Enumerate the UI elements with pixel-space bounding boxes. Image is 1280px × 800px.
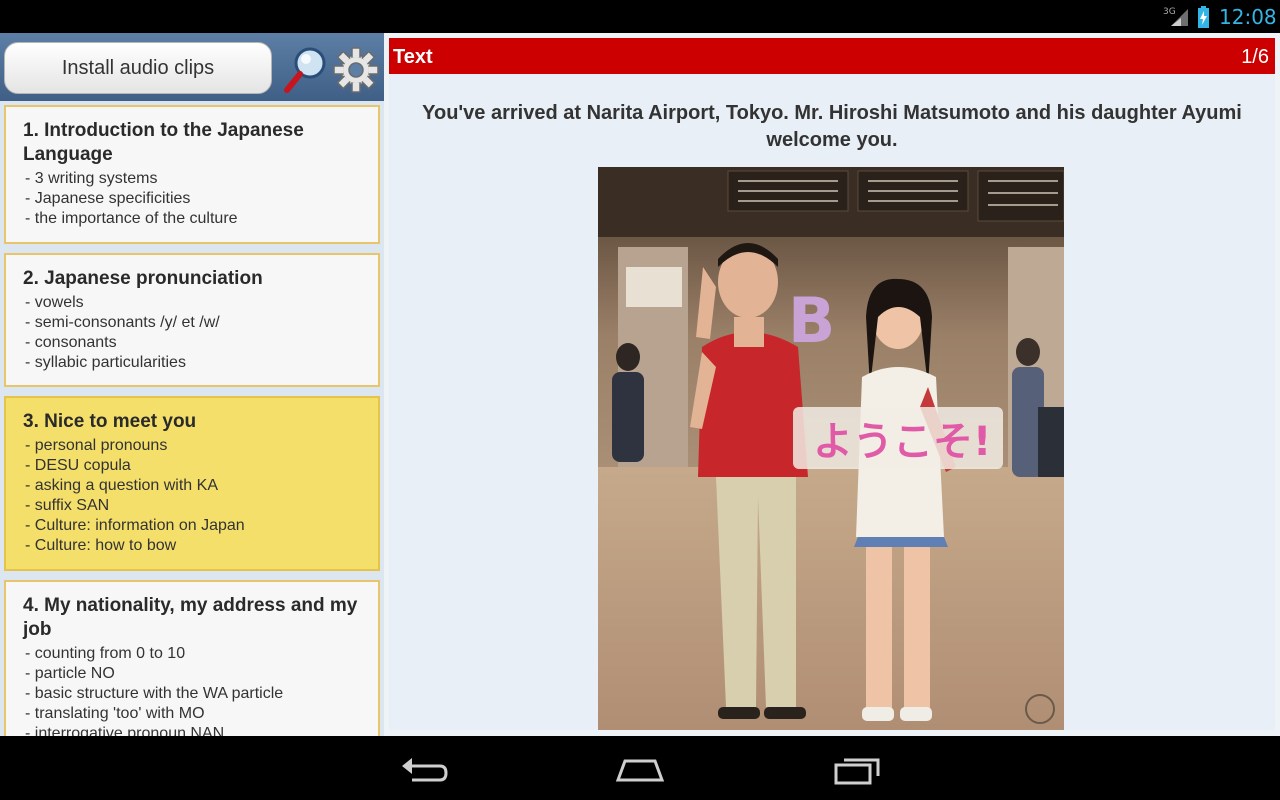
lesson-topic: - interrogative pronoun NAN <box>25 725 225 736</box>
lesson-item-2[interactable]: 2. Japanese pronunciation - vowels - sem… <box>4 253 380 387</box>
lesson-content-panel: Text 1/6 You've arrived at Narita Airpor… <box>384 33 1280 736</box>
lesson-title: 1. Introduction to the Japanese Language <box>23 120 304 165</box>
lesson-topic: - basic structure with the WA particle <box>25 685 284 702</box>
lesson-sidebar: Install audio clips 1. Introduction to t… <box>0 33 384 736</box>
battery-charging-icon <box>1198 6 1209 28</box>
system-navigation-bar <box>0 736 1280 800</box>
lesson-topic: - translating 'too' with MO <box>25 705 205 722</box>
clock: 12:08 <box>1219 5 1277 29</box>
lesson-topic: - the importance of the culture <box>25 210 238 227</box>
lesson-topic: - syllabic particularities <box>25 354 186 371</box>
lesson-title: 3. Nice to meet you <box>23 411 197 432</box>
lesson-topic: - personal pronouns <box>25 437 168 454</box>
airport-welcome-illustration: B ようこそ! <box>598 167 1064 730</box>
lesson-topic: - Culture: information on Japan <box>25 517 245 534</box>
lesson-topic: - vowels <box>25 294 84 311</box>
install-audio-clips-button[interactable]: Install audio clips <box>4 42 272 94</box>
lesson-intro-text: You've arrived at Narita Airport, Tokyo.… <box>422 102 1242 151</box>
recent-apps-icon[interactable] <box>832 753 882 787</box>
lesson-topic: - Japanese specificities <box>25 190 191 207</box>
lesson-topic: - DESU copula <box>25 457 131 474</box>
section-title: Text <box>393 46 433 68</box>
lesson-list: 1. Introduction to the Japanese Language… <box>0 105 384 736</box>
lesson-topic: - consonants <box>25 334 117 351</box>
lesson-topic: - particle NO <box>25 665 115 682</box>
lesson-title: 4. My nationality, my address and my job <box>23 595 358 640</box>
signal-3g-icon: 3G <box>1163 7 1188 26</box>
lesson-topic: - semi-consonants /y/ et /w/ <box>25 314 220 331</box>
lesson-topic: - 3 writing systems <box>25 170 158 187</box>
lesson-topic: - counting from 0 to 10 <box>25 645 186 662</box>
lesson-topic: - Culture: how to bow <box>25 537 177 554</box>
sidebar-toolbar: Install audio clips <box>0 33 384 101</box>
lesson-topic: - asking a question with KA <box>25 477 218 494</box>
gear-icon[interactable] <box>333 47 379 93</box>
svg-text:3G: 3G <box>1163 7 1176 17</box>
svg-text:ようこそ!: ようこそ! <box>813 419 991 465</box>
page-counter: 1/6 <box>1241 46 1269 68</box>
lesson-item-1[interactable]: 1. Introduction to the Japanese Language… <box>4 105 380 244</box>
section-header: Text 1/6 <box>389 38 1275 74</box>
home-icon[interactable] <box>615 753 665 787</box>
app-window: Install audio clips 1. Introduction to t… <box>0 33 1280 736</box>
lesson-item-3-selected[interactable]: 3. Nice to meet you - personal pronouns … <box>4 396 380 571</box>
lesson-title: 2. Japanese pronunciation <box>23 268 263 289</box>
back-icon[interactable] <box>400 753 450 787</box>
status-bar: 3G 12:08 <box>0 0 1280 33</box>
magnifier-icon[interactable] <box>282 45 328 95</box>
lesson-topic: - suffix SAN <box>25 497 110 514</box>
lesson-text-area[interactable]: You've arrived at Narita Airport, Tokyo.… <box>389 74 1275 730</box>
lesson-item-4[interactable]: 4. My nationality, my address and my job… <box>4 580 380 736</box>
